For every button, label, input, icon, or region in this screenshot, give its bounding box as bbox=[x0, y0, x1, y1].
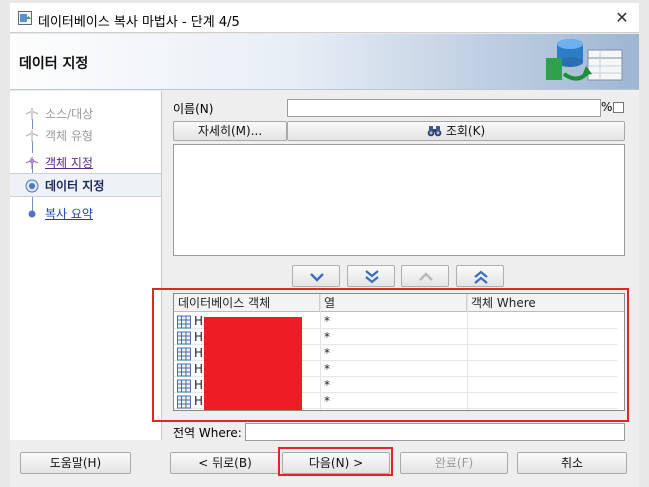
object-name: H bbox=[194, 346, 204, 360]
double-chevron-up-icon bbox=[474, 270, 488, 284]
percent-checkbox[interactable] bbox=[613, 102, 624, 113]
back-button[interactable]: < 뒤로(B) bbox=[170, 452, 280, 474]
nav-item-label: 소스/대상 bbox=[45, 107, 94, 121]
move-all-up-button[interactable] bbox=[456, 265, 504, 287]
nav-item-specify-data[interactable]: 데이터 지정 bbox=[10, 173, 161, 197]
object-name: H bbox=[194, 330, 204, 344]
close-button[interactable]: ✕ bbox=[610, 7, 634, 29]
table-grid-icon bbox=[177, 379, 191, 393]
binoculars-icon bbox=[427, 126, 442, 137]
step-done-icon bbox=[25, 130, 39, 142]
selected-objects-table[interactable]: 데이터베이스 객체 열 객체 Where H * H * H * H * H *… bbox=[173, 293, 625, 411]
table-grid-icon bbox=[177, 395, 191, 409]
window-title: 데이터베이스 복사 마법사 - 단계 4/5 bbox=[38, 15, 240, 30]
wizard-app-icon bbox=[18, 11, 32, 25]
global-where-input[interactable] bbox=[245, 423, 625, 441]
name-input[interactable] bbox=[287, 99, 601, 117]
column-header-where[interactable]: 객체 Where bbox=[467, 294, 624, 312]
step-header: 데이터 지정 01010101010101010101010101 bbox=[10, 34, 639, 90]
database-copy-icon: 01010101010101010101010101 bbox=[546, 39, 623, 81]
global-where-label: 전역 Where: bbox=[173, 426, 242, 440]
step-title: 데이터 지정 bbox=[19, 56, 89, 72]
column-value: * bbox=[324, 346, 330, 360]
window-titlebar: 데이터베이스 복사 마법사 - 단계 4/5 ✕ bbox=[10, 3, 639, 33]
object-name: H bbox=[194, 378, 204, 392]
nav-item-label: 데이터 지정 bbox=[45, 179, 105, 193]
table-grid-icon bbox=[177, 347, 191, 361]
finish-button[interactable]: 완료(F) bbox=[400, 452, 508, 474]
step-navigation: 소스/대상 객체 유형 객체 지정 데이터 지정 복사 요약 bbox=[10, 91, 162, 440]
cancel-button[interactable]: 취소 bbox=[517, 452, 627, 474]
nav-item-label: 복사 요약 bbox=[45, 207, 93, 221]
wizard-dialog: 데이터 지정 01010101010101010101010101 소스/대상 bbox=[10, 34, 639, 487]
chevron-down-icon bbox=[310, 273, 324, 282]
nav-item-source-target[interactable]: 소스/대상 bbox=[10, 103, 161, 125]
move-up-button[interactable] bbox=[401, 265, 449, 287]
object-name: H bbox=[194, 362, 204, 376]
available-objects-list[interactable] bbox=[173, 144, 625, 256]
step-done-icon bbox=[25, 108, 39, 120]
nav-item-label: 객체 지정 bbox=[45, 156, 93, 170]
close-icon: ✕ bbox=[615, 8, 629, 27]
step-current-icon bbox=[25, 179, 39, 193]
chevron-up-icon bbox=[419, 272, 433, 281]
column-value: * bbox=[324, 378, 330, 392]
nav-item-copy-summary[interactable]: 복사 요약 bbox=[10, 203, 161, 225]
help-button[interactable]: 도움말(H) bbox=[20, 452, 131, 474]
nav-item-label: 객체 유형 bbox=[45, 129, 93, 143]
move-all-down-button[interactable] bbox=[347, 265, 395, 287]
double-chevron-down-icon bbox=[365, 270, 379, 284]
column-value: * bbox=[324, 362, 330, 376]
move-down-button[interactable] bbox=[292, 265, 340, 287]
search-button[interactable]: 조회(K) bbox=[287, 121, 625, 141]
step-next-icon bbox=[28, 210, 36, 218]
next-button[interactable]: 다음(N) > bbox=[282, 452, 390, 474]
table-grid-icon bbox=[177, 315, 191, 329]
table-grid-icon bbox=[177, 363, 191, 377]
object-name: H bbox=[194, 394, 204, 408]
column-header-object[interactable]: 데이터베이스 객체 bbox=[174, 294, 320, 312]
redaction-block bbox=[204, 317, 302, 410]
nav-item-object-type[interactable]: 객체 유형 bbox=[10, 125, 161, 147]
details-button[interactable]: 자세히(M)... bbox=[173, 121, 287, 141]
object-name: H bbox=[194, 314, 204, 328]
column-value: * bbox=[324, 394, 330, 408]
table-grid-icon bbox=[177, 331, 191, 345]
column-value: * bbox=[324, 314, 330, 328]
column-value: * bbox=[324, 330, 330, 344]
nav-item-specify-objects[interactable]: 객체 지정 bbox=[10, 152, 161, 174]
name-label: 이름(N) bbox=[173, 102, 214, 116]
step-visited-icon bbox=[25, 157, 39, 169]
percent-label: % bbox=[601, 100, 613, 114]
column-header-columns[interactable]: 열 bbox=[320, 294, 467, 312]
